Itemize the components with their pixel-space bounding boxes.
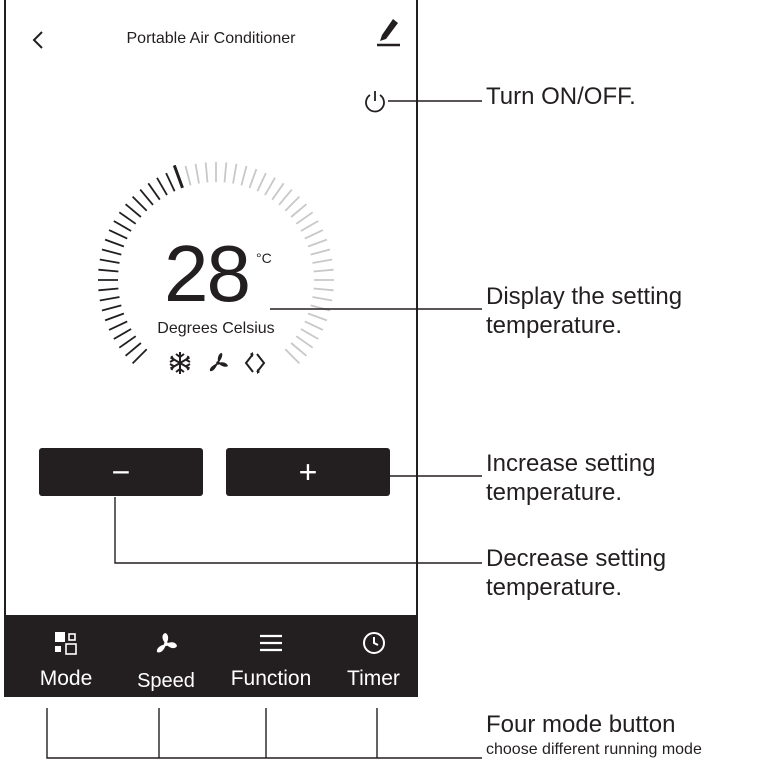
dial-tick [240,165,248,186]
dial-tick [104,238,125,248]
dial-tick [271,182,285,201]
fan-speed-icon [156,633,177,653]
swing-icon [244,352,266,374]
manual-illustration: Portable Air Conditioner 28 °C Degrees C… [0,0,761,764]
mode-status-icons [161,350,281,380]
dial-tick [290,342,307,357]
tab-timer[interactable]: Timer [331,615,416,697]
dial-tick [113,220,132,232]
dial-tick [131,195,148,212]
dial-tick [278,189,293,206]
decrease-temperature-button[interactable]: − [39,448,203,496]
tab-mode[interactable]: Mode [21,615,111,697]
annotation-modes-title: Four mode button [486,711,676,738]
temperature-label: Degrees Celsius [157,320,275,337]
dial-tick [310,248,331,256]
dial-tick [264,177,276,196]
annotation-power: Turn ON/OFF. [486,83,636,110]
temperature-unit: °C [256,250,272,266]
tab-speed-label: Speed [137,670,195,692]
mode-grid-icon [55,632,77,655]
dial-tick [307,238,328,248]
dial-tick [131,348,148,365]
annotation-decrease: Decrease setting temperature. [486,544,666,602]
annotation-increase-line2: temperature. [486,479,623,506]
dial-tick [165,172,176,192]
dial-tick [313,268,334,273]
bottom-tab-bar: Mode Speed Function Timer [6,615,416,697]
annotation-display-line1: Display the setting [486,283,683,310]
annotation-decrease-line1: Decrease setting [486,545,667,572]
increase-label: + [298,454,318,490]
tab-function-label: Function [230,667,312,690]
pencil-icon[interactable] [373,16,403,48]
annotation-modes-subtitle: choose different running mode [486,741,702,758]
annotation-increase-line1: Increase setting [486,450,656,477]
dial-tick [248,168,258,189]
dial-tick [307,312,328,322]
tab-function[interactable]: Function [216,615,326,697]
dial-tick [118,211,137,225]
dial-tick [139,189,154,206]
annotation-increase: Increase setting temperature. [486,449,655,507]
dial-tick [304,229,324,240]
annotation-display: Display the setting temperature. [486,282,682,340]
menu-icon [260,634,282,652]
dial-tick [204,162,209,183]
dial-tick [304,320,324,331]
app-bar: Portable Air Conditioner [6,0,416,80]
increase-temperature-button[interactable]: + [226,448,390,496]
temperature-value: 28 [164,229,251,318]
dial-tick [300,220,319,232]
decrease-label: − [111,454,131,490]
power-icon[interactable] [361,87,389,115]
tab-timer-label: Timer [347,667,400,690]
dial-tick [125,203,142,218]
dial-tick [284,348,301,365]
dial-tick [125,342,142,357]
dial-tick [101,304,122,312]
dial-tick [98,268,119,273]
clock-icon [362,632,385,654]
dial-tick [99,296,120,302]
chevron-left-icon[interactable] [28,28,50,52]
dial-tick [232,163,238,184]
dial-tick [104,312,125,322]
tab-speed[interactable]: Speed [121,615,211,697]
dial-tick [310,304,331,312]
dial-tick [98,287,119,292]
dial-tick [312,296,333,302]
page-title: Portable Air Conditioner [126,30,296,47]
dial-tick [284,195,301,212]
dial-tick [313,287,334,292]
annotation-decrease-line2: temperature. [486,574,623,601]
dial-tick [223,162,228,183]
dial-tick [194,163,200,184]
annotation-display-line2: temperature. [486,312,623,339]
dial-tick [108,320,128,331]
dial-tick [295,211,314,225]
dial-tick [312,258,333,264]
dial-tick [290,203,307,218]
dial-tick [147,182,161,201]
tab-mode-label: Mode [39,667,93,690]
dial-tick [256,172,267,192]
dial-tick [184,165,192,186]
dial-tick [99,258,120,264]
fan-icon [209,353,228,372]
dial-tick [101,248,122,256]
dial-tick [156,177,168,196]
snowflake-icon [169,352,191,374]
dial-setpoint-tick [172,164,184,189]
phone-screen: Portable Air Conditioner 28 °C Degrees C… [4,0,418,697]
dial-tick [108,229,128,240]
